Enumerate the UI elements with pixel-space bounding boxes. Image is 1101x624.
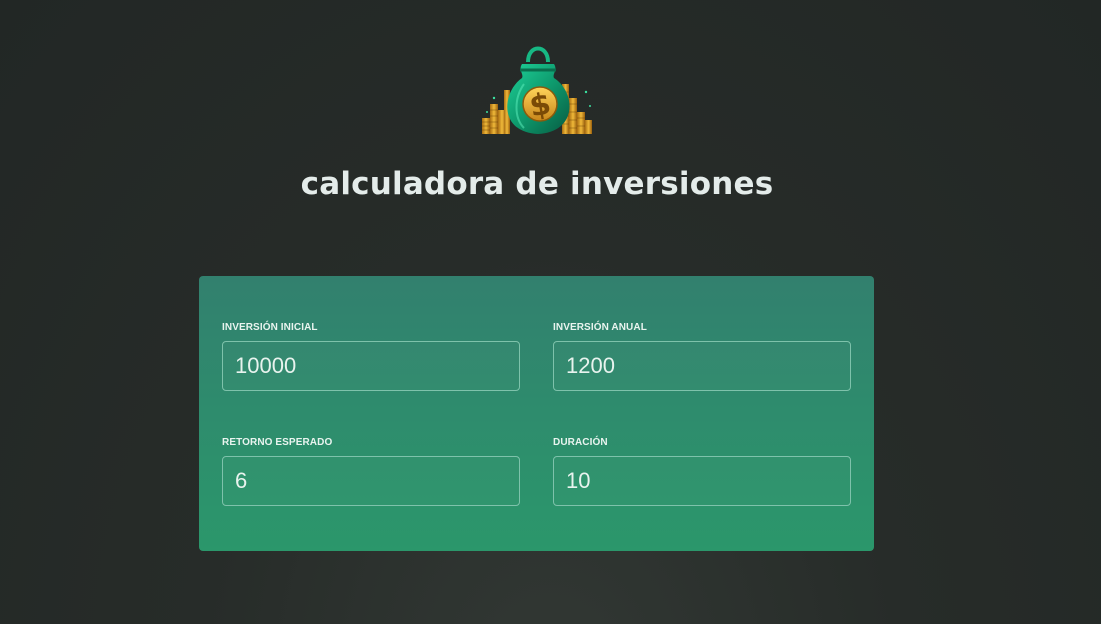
expected-return-input[interactable] [222, 456, 520, 506]
logo: $ [478, 40, 596, 138]
annual-investment-field: INVERSIÓN ANUAL [553, 322, 851, 391]
duration-label: DURACIÓN [553, 437, 608, 448]
initial-investment-input[interactable] [222, 341, 520, 391]
initial-investment-field: INVERSIÓN INICIAL [222, 322, 520, 391]
annual-investment-label: INVERSIÓN ANUAL [553, 322, 647, 333]
expected-return-field: RETORNO ESPERADO [222, 437, 520, 506]
annual-investment-input[interactable] [553, 341, 851, 391]
initial-investment-label: INVERSIÓN INICIAL [222, 322, 318, 333]
duration-field: DURACIÓN [553, 437, 851, 506]
duration-input[interactable] [553, 456, 851, 506]
investment-form-card: INVERSIÓN INICIAL INVERSIÓN ANUAL RETORN… [199, 276, 874, 551]
money-bag-icon: $ [482, 46, 592, 134]
expected-return-label: RETORNO ESPERADO [222, 437, 333, 448]
page-title: calculadora de inversiones [300, 166, 774, 202]
